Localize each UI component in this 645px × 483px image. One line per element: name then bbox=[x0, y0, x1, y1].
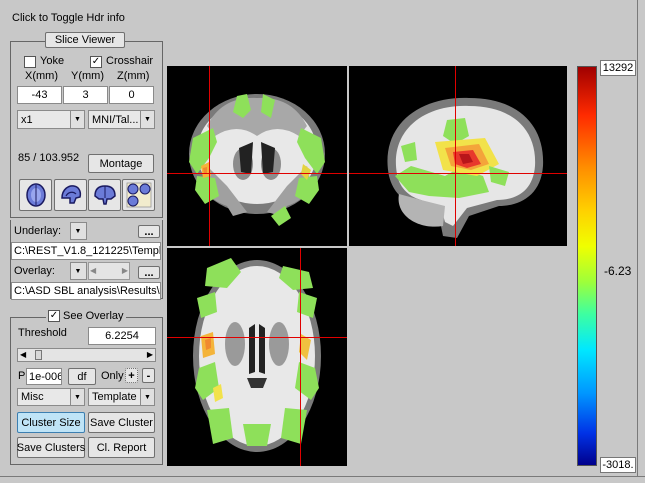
misc-select-value: Misc bbox=[21, 391, 44, 403]
overlay-select[interactable]: ▼ bbox=[70, 262, 87, 280]
space-select[interactable]: MNI/Tal... ▼ bbox=[88, 110, 155, 129]
template-select[interactable]: Template ▼ bbox=[88, 388, 155, 406]
df-button[interactable]: df bbox=[68, 368, 96, 385]
x-mm-label: X(mm) bbox=[25, 70, 58, 82]
only-minus-button[interactable]: - bbox=[142, 368, 155, 383]
coronal-brain-image bbox=[189, 94, 325, 226]
montage-button[interactable]: Montage bbox=[88, 154, 154, 173]
sagittal-view-button[interactable] bbox=[54, 179, 87, 211]
overlay-path-field[interactable]: C:\ASD SBL analysis\Results\t bbox=[11, 282, 161, 300]
y-mm-label: Y(mm) bbox=[71, 70, 104, 82]
zoom-select-value: x1 bbox=[21, 113, 33, 126]
only-plus-button[interactable]: + bbox=[125, 368, 138, 383]
overlay-browse-button[interactable]: ... bbox=[138, 266, 160, 279]
see-overlay-checkbox[interactable]: ✓ bbox=[48, 310, 60, 322]
colorbar-mid-label: -6.23 bbox=[604, 264, 632, 278]
colorbar-max-field[interactable]: 13292 bbox=[600, 60, 636, 76]
multi-view-button[interactable] bbox=[122, 179, 155, 211]
underlay-browse-button[interactable]: ... bbox=[138, 225, 160, 238]
coronal-view-button[interactable] bbox=[88, 179, 121, 211]
chevron-down-icon: ▼ bbox=[71, 263, 86, 279]
threshold-label: Threshold bbox=[18, 327, 67, 339]
sagittal-slice-view[interactable] bbox=[349, 66, 567, 246]
save-clusters-button[interactable]: Save Clusters bbox=[17, 437, 85, 458]
underlay-path-field[interactable]: C:\REST_V1.8_121225\Templa bbox=[11, 242, 161, 260]
chevron-down-icon: ▼ bbox=[140, 111, 154, 128]
crosshair-horizontal bbox=[349, 173, 567, 174]
crosshair-checkbox[interactable]: ✓ bbox=[90, 56, 102, 68]
see-overlay-toggle[interactable]: ✓ See Overlay bbox=[46, 310, 126, 322]
p-value-input[interactable]: 1e-006 bbox=[26, 368, 62, 385]
save-cluster-button[interactable]: Save Cluster bbox=[88, 412, 155, 433]
chevron-right-icon[interactable]: ▶ bbox=[147, 350, 153, 359]
yoke-checkbox[interactable] bbox=[24, 56, 36, 68]
zoom-select[interactable]: x1 ▼ bbox=[17, 110, 85, 129]
crosshair-horizontal bbox=[167, 173, 347, 174]
crosshair-vertical bbox=[209, 66, 210, 246]
chevron-down-icon: ▼ bbox=[70, 111, 84, 128]
multi-view-icon bbox=[126, 182, 151, 208]
crosshair-label: Crosshair bbox=[106, 55, 154, 67]
overlay-label: Overlay: bbox=[14, 265, 55, 277]
colorbar bbox=[577, 66, 597, 466]
slice-viewer-button[interactable]: Slice Viewer bbox=[45, 32, 125, 48]
chevron-left-icon[interactable]: ◀ bbox=[20, 350, 26, 359]
intensity-readout: 85 / 103.952 bbox=[18, 152, 80, 164]
crosshair-vertical bbox=[300, 248, 301, 466]
chevron-down-icon: ▼ bbox=[70, 389, 84, 405]
window-border-bottom bbox=[0, 476, 645, 483]
chevron-down-icon: ▼ bbox=[71, 223, 86, 239]
crosshair-horizontal bbox=[167, 337, 347, 338]
z-mm-label: Z(mm) bbox=[117, 70, 150, 82]
axial-view-button[interactable] bbox=[19, 179, 52, 211]
axial-brain-icon bbox=[25, 183, 46, 207]
underlay-select[interactable]: ▼ bbox=[70, 222, 87, 240]
sagittal-brain-icon bbox=[60, 185, 81, 204]
chevron-left-icon[interactable]: ◀ bbox=[90, 266, 96, 275]
space-select-value: MNI/Tal... bbox=[92, 113, 139, 126]
underlay-label: Underlay: bbox=[14, 225, 62, 237]
threshold-slider[interactable]: ◀ ▶ bbox=[17, 348, 156, 362]
yoke-label: Yoke bbox=[40, 55, 65, 67]
chevron-down-icon: ▼ bbox=[140, 389, 154, 405]
template-select-value: Template bbox=[92, 391, 137, 403]
misc-select[interactable]: Misc ▼ bbox=[17, 388, 85, 406]
threshold-input[interactable]: 6.2254 bbox=[88, 327, 156, 345]
toggle-hdr-info[interactable]: Click to Toggle Hdr info bbox=[12, 12, 125, 24]
y-coordinate-input[interactable]: 3 bbox=[63, 86, 108, 104]
chevron-right-icon[interactable]: ▶ bbox=[122, 266, 128, 275]
colorbar-min-field[interactable]: -3018. bbox=[600, 457, 636, 473]
x-coordinate-input[interactable]: -43 bbox=[17, 86, 62, 104]
crosshair-vertical bbox=[455, 66, 456, 246]
only-label: Only bbox=[101, 370, 124, 382]
z-coordinate-input[interactable]: 0 bbox=[109, 86, 154, 104]
coronal-brain-icon bbox=[93, 185, 116, 205]
sagittal-brain-image bbox=[387, 97, 544, 238]
cluster-size-button[interactable]: Cluster Size bbox=[17, 412, 85, 433]
cluster-report-button[interactable]: Cl. Report bbox=[88, 437, 155, 458]
slider-thumb[interactable] bbox=[35, 350, 42, 360]
overlay-index-spinner[interactable]: ◀ ▶ bbox=[88, 262, 130, 280]
axial-slice-view[interactable] bbox=[167, 248, 347, 466]
axial-brain-image bbox=[193, 258, 321, 452]
window-border-right bbox=[637, 0, 645, 483]
p-value-label: P bbox=[18, 370, 26, 382]
coronal-slice-view[interactable] bbox=[167, 66, 347, 246]
see-overlay-label: See Overlay bbox=[63, 310, 124, 322]
